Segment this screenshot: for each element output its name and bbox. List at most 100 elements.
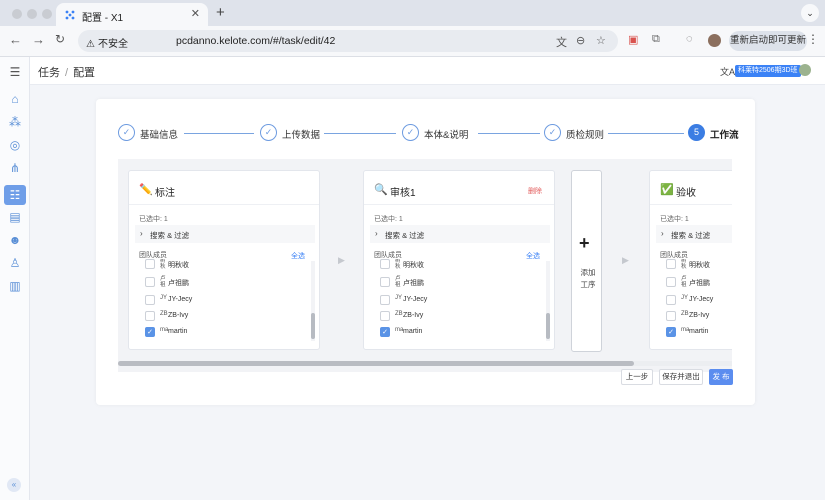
tab-close-icon[interactable]: ✕ [191,7,200,20]
checkbox-checked-icon[interactable]: ✓ [380,327,390,337]
workflow-horizontal-scrollbar[interactable] [118,361,732,366]
scrollbar-thumb[interactable] [546,313,550,339]
browser-toolbar: ← → ↻ ⚠ 不安全 pcdanno.kelote.com/#/task/edi… [0,26,825,57]
globe-icon[interactable]: ◎ [8,138,22,152]
tab-groups-icon[interactable]: ◌ [686,33,693,45]
checkbox-checked-icon[interactable]: ✓ [145,327,155,337]
list-item[interactable]: ✓ ma martin [666,326,732,340]
breadcrumb: 任务 / 配置 [38,64,95,80]
bookmark-star-icon[interactable]: ☆ [596,34,606,47]
search-filter-toggle[interactable]: › 搜索 & 过滤 [370,225,550,243]
chevron-right-icon: › [661,229,664,238]
member-list-scrollbar[interactable] [546,261,550,341]
member-name: ZB-Ivy [403,312,424,319]
member-checkbox[interactable] [380,277,390,287]
stage-title[interactable]: 验收 [676,184,696,199]
tab-search-chevron-icon[interactable]: ⌄ [801,4,819,22]
list-item[interactable]: 卢祖 卢祖鹏 [380,276,530,290]
network-icon[interactable]: ⁂ [8,115,22,129]
calendar-icon[interactable]: ▤ [8,210,22,224]
member-checkbox[interactable] [666,259,676,269]
checkbox-checked-icon[interactable]: ✓ [666,327,676,337]
member-checkbox[interactable] [145,295,155,305]
member-checkbox[interactable] [666,277,676,287]
step-label: 基础信息 [140,130,179,141]
list-item[interactable]: 树秋 明秋收 [145,259,295,272]
stage-title[interactable]: 标注 [155,184,175,199]
forward-arrow-icon[interactable]: → [32,32,45,47]
hierarchy-icon[interactable]: ⋔ [8,161,22,175]
team-badge[interactable]: 科莱特2506期3D班 [735,65,801,77]
address-bar[interactable]: ⚠ 不安全 pcdanno.kelote.com/#/task/edit/42 文… [78,30,618,52]
task-list-icon[interactable]: ☷ [4,185,26,205]
menu-toggle-icon[interactable]: ☰ [8,65,22,79]
member-list: 树秋 明秋收 卢祖 卢祖鹏 JY JY-Jecy ZB ZB-Ivy ✓ ma martin [656,259,732,345]
workflow-canvas: ✏️ 标注 已选中: 1 › 搜索 & 过滤 团队成员 全选 树秋 明秋收 卢祖卢… [118,159,732,372]
window-minimize-button[interactable] [27,9,37,19]
profile-avatar[interactable] [708,34,721,47]
member-checkbox[interactable] [145,311,155,321]
member-checkbox[interactable] [380,259,390,269]
stage-card-annotate: ✏️ 标注 已选中: 1 › 搜索 & 过滤 团队成员 全选 树秋 明秋收 卢祖卢… [128,170,320,350]
list-item[interactable]: ✓ ma martin [380,326,530,340]
scrollbar-thumb[interactable] [118,361,634,366]
member-checkbox[interactable] [666,295,676,305]
member-avatar: JY [160,295,168,301]
user-settings-icon[interactable]: ♙ [8,256,22,270]
scrollbar-thumb[interactable] [311,313,315,339]
list-item[interactable]: ZB ZB-Ivy [380,310,530,324]
publish-button[interactable]: 发 布 [709,369,733,385]
breadcrumb-separator: / [65,67,69,79]
collapse-sidebar-icon[interactable]: « [7,478,21,492]
clipboard-icon[interactable]: ▥ [8,279,22,293]
step-connector [608,133,684,134]
step-done-icon: ✓ [118,124,135,141]
member-checkbox[interactable] [380,311,390,321]
page-header: 任务 / 配置 文A 科莱特2506期3D班 [30,57,825,85]
browser-tab[interactable]: 配置 - X1 ✕ [56,3,208,26]
member-checkbox[interactable] [380,295,390,305]
member-checkbox[interactable] [666,311,676,321]
language-icon[interactable]: 文A [720,65,735,78]
list-item[interactable]: 卢祖 卢祖鹏 [145,276,295,290]
team-icon[interactable]: ☻ [8,233,22,247]
list-item[interactable]: 卢祖 卢祖鹏 [666,276,732,290]
back-arrow-icon[interactable]: ← [9,32,22,47]
member-checkbox[interactable] [145,277,155,287]
member-avatar: ZB [160,311,168,317]
user-avatar[interactable] [799,64,811,76]
url-text[interactable]: pcdanno.kelote.com/#/task/edit/42 [176,35,335,47]
relaunch-button[interactable]: 重新启动即可更新 [729,31,807,51]
search-filter-toggle[interactable]: › 搜索 & 过滤 [656,225,732,243]
stage-title[interactable]: 审核1 [390,184,416,199]
home-icon[interactable]: ⌂ [8,92,22,106]
list-item[interactable]: ✓ ma martin [145,326,295,340]
delete-stage-button[interactable]: 删除 [528,186,542,196]
list-item[interactable]: 树秋 明秋收 [380,259,530,272]
selected-count: 已选中: 1 [139,216,168,223]
list-item[interactable]: ZB ZB-Ivy [666,310,732,324]
security-indicator[interactable]: ⚠ 不安全 [86,35,128,50]
breadcrumb-item-tasks[interactable]: 任务 [38,67,60,79]
member-checkbox[interactable] [145,259,155,269]
list-item[interactable]: JY JY-Jecy [380,294,530,308]
save-and-exit-button[interactable]: 保存并退出 [659,369,703,385]
window-close-button[interactable] [12,9,22,19]
member-list-scrollbar[interactable] [311,261,315,341]
extensions-puzzle-icon[interactable]: ⧉ [652,33,660,46]
list-item[interactable]: JY JY-Jecy [145,294,295,308]
list-item[interactable]: 树秋 明秋收 [666,259,732,272]
list-item[interactable]: JY JY-Jecy [666,294,732,308]
zoom-icon[interactable]: ⊖ [576,34,585,47]
more-vert-icon[interactable]: ⋮ [807,32,819,46]
translate-page-icon[interactable]: 文 [556,34,567,50]
previous-step-button[interactable]: 上一步 [621,369,653,385]
search-filter-toggle[interactable]: › 搜索 & 过滤 [135,225,315,243]
extension-icon[interactable]: ▣ [628,33,638,46]
add-stage-button[interactable]: + 添加工序 [571,170,602,352]
member-avatar: 树秋 [160,259,166,270]
window-maximize-button[interactable] [42,9,52,19]
new-tab-icon[interactable]: + [216,4,225,21]
list-item[interactable]: ZB ZB-Ivy [145,310,295,324]
reload-icon[interactable]: ↻ [55,32,65,46]
